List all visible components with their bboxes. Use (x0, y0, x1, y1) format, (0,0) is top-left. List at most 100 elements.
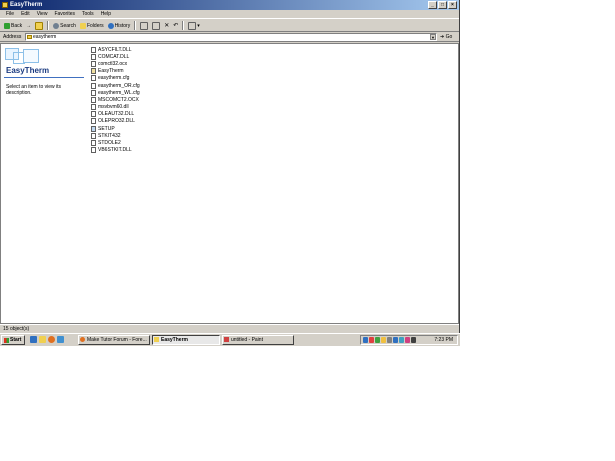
list-item[interactable]: easytherm_OR.cfg (91, 82, 140, 89)
forward-button[interactable]: → (26, 23, 31, 29)
window-title: EasyTherm (10, 2, 43, 8)
dll-file-icon (91, 147, 96, 154)
volume-icon[interactable] (411, 337, 416, 343)
file-list: ASYCFILT.DLL COMCAT.DLL comctl32.ocx Eas… (91, 46, 140, 154)
list-item[interactable]: SETUP (91, 125, 140, 132)
folders-button[interactable]: Folders (79, 22, 104, 29)
copy-to-icon (152, 21, 161, 30)
archive-file-icon (91, 132, 96, 139)
folder-icon (2, 2, 8, 8)
taskbar-button[interactable]: Make Tutor Forum - Fore... (78, 335, 150, 345)
dll-file-icon (91, 53, 96, 60)
list-item[interactable]: comctl32.ocx (91, 60, 140, 67)
list-item[interactable]: easytherm.cfg (91, 75, 140, 82)
views-button[interactable]: ▾ (188, 21, 200, 30)
search-button[interactable]: Search (53, 22, 76, 29)
desktop-icon[interactable] (30, 336, 37, 343)
undo-button[interactable]: ↶ (173, 22, 178, 29)
browser-icon[interactable] (48, 336, 55, 343)
address-input[interactable]: easytherm (25, 33, 437, 41)
address-dropdown-button[interactable]: ▼ (430, 34, 436, 40)
ocx-file-icon (91, 96, 96, 103)
dll-file-icon (91, 111, 96, 118)
menu-tools[interactable]: Tools (82, 10, 94, 18)
up-folder-icon (35, 21, 44, 30)
dll-file-icon (91, 118, 96, 125)
cfg-file-icon (91, 82, 96, 89)
list-item[interactable]: EasyTherm (91, 68, 140, 75)
title-bar[interactable]: EasyTherm _ □ × (0, 0, 459, 10)
system-tray: 7:23 PM (360, 335, 458, 345)
folder-title: EasyTherm (6, 66, 50, 75)
folder-description: Select an item to view its description. (6, 84, 62, 96)
tray-icon[interactable] (405, 337, 410, 343)
list-item[interactable]: easytherm_WL.cfg (91, 89, 140, 96)
history-button[interactable]: History (107, 22, 130, 29)
dll-file-icon (91, 104, 96, 111)
back-arrow-icon (4, 22, 10, 29)
tray-icon[interactable] (375, 337, 380, 343)
menu-favorites[interactable]: Favorites (54, 10, 75, 18)
delete-icon: ✕ (164, 23, 170, 29)
list-item[interactable]: OLEPRO32.DLL (91, 118, 140, 125)
toolbar-separator (47, 21, 50, 30)
tray-icon[interactable] (381, 337, 386, 343)
list-item[interactable]: MSCOMCT2.OCX (91, 96, 140, 103)
list-item[interactable]: STKIT432 (91, 132, 140, 139)
paint-icon (224, 337, 229, 342)
menu-file[interactable]: File (6, 10, 14, 18)
cfg-file-icon (91, 89, 96, 96)
clock[interactable]: 7:23 PM (434, 336, 453, 344)
start-button[interactable]: Start (1, 335, 25, 345)
list-item[interactable]: ASYCFILT.DLL (91, 46, 140, 53)
cfg-file-icon (91, 75, 96, 82)
list-item[interactable]: msvbvm60.dll (91, 104, 140, 111)
menu-help[interactable]: Help (101, 10, 111, 18)
tray-icon[interactable] (399, 337, 404, 343)
up-folder-button[interactable] (35, 21, 44, 30)
tray-icon[interactable] (393, 337, 398, 343)
maximize-button[interactable]: □ (438, 1, 447, 9)
go-button[interactable]: ➜ Go (440, 32, 452, 42)
folder-view: EasyTherm Select an item to view its des… (0, 43, 459, 324)
taskbar-button[interactable]: EasyTherm (152, 335, 220, 345)
application-icon (91, 68, 96, 75)
folders-icon (79, 22, 86, 29)
delete-button[interactable]: ✕ (164, 22, 169, 29)
task-list: Make Tutor Forum - Fore... EasyTherm unt… (78, 335, 294, 345)
explorer-icon[interactable] (39, 336, 46, 343)
list-item[interactable]: OLEAUT32.DLL (91, 111, 140, 118)
close-button[interactable]: × (448, 1, 457, 9)
web-view-pane: EasyTherm Select an item to view its des… (1, 44, 86, 323)
search-icon (53, 22, 60, 29)
status-text: 15 object(s) (3, 326, 30, 332)
tray-icon[interactable] (369, 337, 374, 343)
minimize-button[interactable]: _ (428, 1, 437, 9)
list-item[interactable]: STDOLE2 (91, 139, 140, 147)
views-icon (188, 21, 197, 30)
outlook-icon[interactable] (57, 336, 64, 343)
tray-icons (363, 337, 416, 343)
taskbar: Start Make Tutor Forum - Fore... EasyThe… (0, 333, 460, 346)
history-icon (107, 22, 114, 29)
status-bar: 15 object(s) (0, 324, 459, 333)
browser-icon (80, 337, 85, 342)
copy-to-button[interactable] (152, 21, 161, 30)
dropdown-arrow-icon: ▾ (197, 22, 200, 29)
tray-icon[interactable] (363, 337, 368, 343)
list-item[interactable]: VB6STKIT.DLL (91, 147, 140, 154)
ocx-file-icon (91, 60, 96, 67)
standard-toolbar: Back → Search Folders History ✕ ↶ ▾ (0, 20, 459, 32)
menu-view[interactable]: View (37, 10, 48, 18)
menu-edit[interactable]: Edit (21, 10, 30, 18)
taskbar-button[interactable]: untitled - Paint (222, 335, 294, 345)
tray-icon[interactable] (387, 337, 392, 343)
list-item[interactable]: COMCAT.DLL (91, 53, 140, 60)
folder-icon (27, 35, 32, 39)
back-button[interactable]: Back (4, 22, 22, 29)
menu-bar: File Edit View Favorites Tools Help (0, 10, 459, 19)
explorer-window: EasyTherm _ □ × File Edit View Favorites… (0, 0, 460, 346)
title-divider (4, 77, 84, 78)
quick-launch (30, 336, 64, 343)
move-to-button[interactable] (140, 21, 149, 30)
